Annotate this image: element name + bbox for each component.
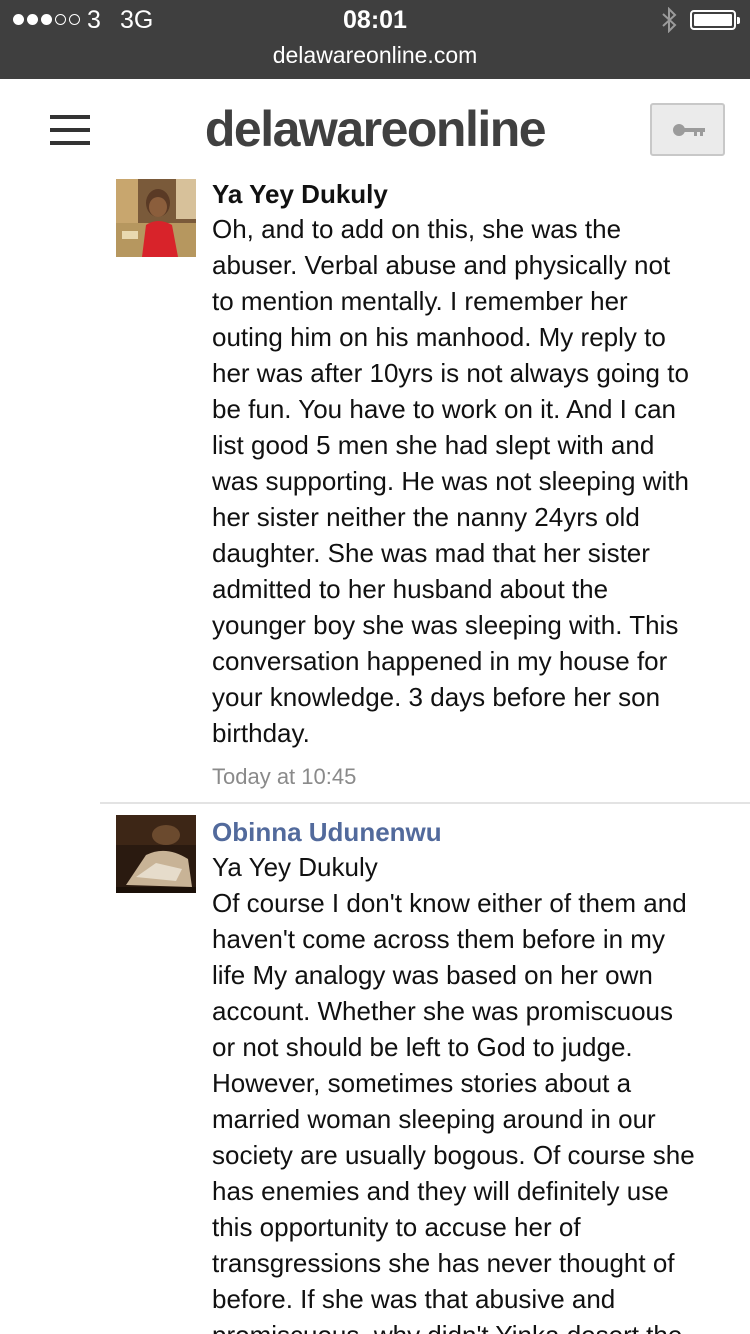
comment-text-line: account. Whether she was promiscuous <box>212 996 673 1026</box>
comment-text-line: list good 5 men she had slept with and <box>212 430 655 460</box>
comment-text-line: admitted to her husband about the <box>212 574 609 604</box>
browser-top-bar: 3 3G 08:01 delawareonline.com <box>0 0 750 79</box>
comment-text-line: your knowledge. 3 days before her son <box>212 682 661 712</box>
comment-body: Obinna Udunenwu Ya Yey Dukuly Of course … <box>212 815 742 1334</box>
status-time: 08:01 <box>343 6 407 34</box>
comment-text-line: Oh, and to add on this, she was the <box>212 214 622 244</box>
comment-divider <box>100 802 750 804</box>
reply-to-name[interactable]: Ya Yey Dukuly <box>212 849 742 885</box>
comment-text-line: her sister neither the nanny 24yrs old <box>212 502 640 532</box>
comment-text-line: has enemies and they will definitely use <box>212 1176 669 1206</box>
site-logo[interactable]: delawareonline <box>0 99 750 159</box>
comment-text-line: life My analogy was based on her own <box>212 960 653 990</box>
comment-text-line: was supporting. He was not sleeping with <box>212 466 689 496</box>
comment-text-line: before. If she was that abusive and <box>212 1284 616 1314</box>
comment-text-line: conversation happened in my house for <box>212 646 668 676</box>
comment-text-line: outing him on his manhood. My reply to <box>212 322 666 352</box>
comment-text-line: haven't come across them before in my <box>212 924 665 954</box>
comment-text-line: transgressions she has never thought of <box>212 1248 675 1278</box>
comment-text: Oh, and to add on this, she was the abus… <box>212 211 742 751</box>
bluetooth-icon <box>662 7 677 33</box>
comment-text-line: or not should be left to God to judge. <box>212 1032 633 1062</box>
status-bar: 3 3G 08:01 <box>0 0 750 40</box>
avatar[interactable] <box>116 179 196 257</box>
site-header: delawareonline <box>0 79 750 179</box>
comment-text-line: to mention mentally. I remember her <box>212 286 628 316</box>
comment-text-line: Of course I don't know either of them an… <box>212 888 687 918</box>
comment-text-line: However, sometimes stories about a <box>212 1068 632 1098</box>
login-button[interactable] <box>650 103 725 156</box>
comment-text-line: daughter. She was mad that her sister <box>212 538 650 568</box>
comment-text-line: society are usually bogous. Of course sh… <box>212 1140 695 1170</box>
comment-author-link[interactable]: Obinna Udunenwu <box>212 817 742 847</box>
battery-icon <box>690 10 740 30</box>
comment-text-line: this opportunity to accuse her of <box>212 1212 581 1242</box>
comment-body: Ya Yey Dukuly Oh, and to add on this, sh… <box>212 179 742 791</box>
comment-author[interactable]: Ya Yey Dukuly <box>212 179 742 209</box>
comment-text-line: abuser. Verbal abuse and physically not <box>212 250 671 280</box>
key-icon <box>673 124 705 136</box>
phone-screen: 3 3G 08:01 delawareonline.com delawareon… <box>0 0 750 1334</box>
comment-text-line: her was after 10yrs is not always going … <box>212 358 689 388</box>
comment-text-line: younger boy she was sleeping with. This <box>212 610 679 640</box>
comment-text-line: birthday. <box>212 718 310 748</box>
comment-text-line: be fun. You have to work on it. And I ca… <box>212 394 677 424</box>
avatar[interactable] <box>116 815 196 893</box>
comment-text-line: promiscuous, why didn't Yinka desert the <box>212 1317 742 1334</box>
comment-text: Of course I don't know either of them an… <box>212 885 742 1334</box>
comment-text-line: married woman sleeping around in our <box>212 1104 656 1134</box>
comment-timestamp[interactable]: Today at 10:45 <box>212 763 742 791</box>
url-bar[interactable]: delawareonline.com <box>0 40 750 70</box>
